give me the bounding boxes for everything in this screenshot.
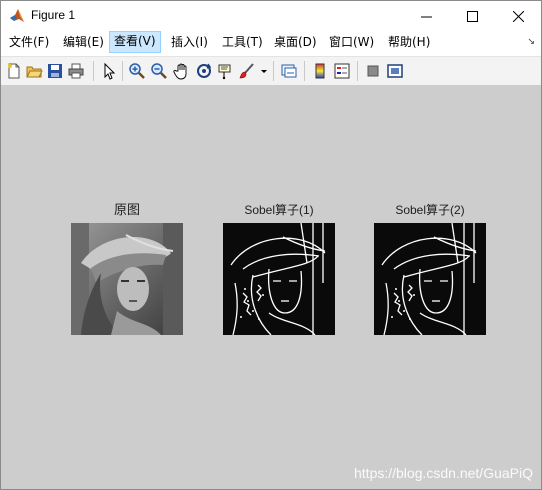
axes-title-sobel-1: Sobel算子(1) — [244, 203, 314, 217]
axes-title-original: 原图 — [113, 202, 140, 217]
watermark: https://blog.csdn.net/GuaPiQ — [354, 465, 533, 481]
data-cursor-icon[interactable] — [216, 62, 234, 80]
close-icon — [512, 10, 524, 22]
menubar-dock-arrow-icon[interactable]: ↘ — [527, 37, 535, 47]
toolbar-separator — [304, 61, 305, 81]
show-plot-tools-icon[interactable] — [386, 62, 404, 80]
pan-hand-icon[interactable] — [173, 62, 191, 80]
close-button[interactable] — [495, 1, 541, 31]
maximize-icon — [466, 10, 478, 22]
menu-window[interactable]: 窗口(W) — [325, 32, 378, 52]
sobel-edge-image-1 — [223, 223, 335, 335]
menu-desktop[interactable]: 桌面(D) — [270, 32, 321, 52]
link-plot-icon[interactable] — [280, 62, 298, 80]
zoom-in-icon[interactable] — [128, 62, 146, 80]
sobel-edge-image-2 — [374, 223, 486, 335]
menu-help[interactable]: 帮助(H) — [384, 32, 434, 52]
figure-canvas[interactable]: 原图 Sobel算子(1) Sobel算子(2) https://blog.cs… — [1, 85, 541, 489]
original-grayscale-image — [71, 223, 183, 335]
menu-insert[interactable]: 插入(I) — [167, 32, 212, 52]
menu-tools[interactable]: 工具(T) — [218, 32, 267, 52]
toolbar-separator — [122, 61, 123, 81]
minimize-icon — [420, 16, 432, 17]
zoom-out-icon[interactable] — [150, 62, 168, 80]
hide-plot-tools-icon[interactable] — [364, 62, 382, 80]
menu-edit[interactable]: 编辑(E) — [59, 32, 108, 52]
colorbar-icon[interactable] — [311, 62, 329, 80]
maximize-button[interactable] — [449, 1, 495, 31]
window-title: Figure 1 — [31, 8, 76, 22]
brush-icon[interactable] — [238, 62, 256, 80]
select-arrow-icon[interactable] — [100, 62, 118, 80]
title-bar: Figure 1 — [1, 1, 541, 31]
menu-file[interactable]: 文件(F) — [5, 32, 53, 52]
open-file-icon[interactable] — [25, 62, 43, 80]
toolbar-separator — [357, 61, 358, 81]
minimize-button[interactable] — [403, 1, 449, 31]
image-axes-sobel-2[interactable] — [374, 223, 486, 335]
figure-toolbar — [1, 56, 541, 86]
save-icon[interactable] — [46, 62, 64, 80]
figure-window: Figure 1 文件(F) 编辑(E) 查看(V) 插入(I) 工具(T) 桌… — [0, 0, 542, 490]
image-axes-sobel-1[interactable] — [223, 223, 335, 335]
axes-title-sobel-2: Sobel算子(2) — [395, 203, 465, 217]
brush-dropdown-icon[interactable] — [259, 62, 269, 80]
menu-bar: 文件(F) 编辑(E) 查看(V) 插入(I) 工具(T) 桌面(D) 窗口(W… — [1, 31, 541, 53]
new-figure-icon[interactable] — [5, 62, 23, 80]
print-icon[interactable] — [67, 62, 85, 80]
toolbar-separator — [273, 61, 274, 81]
image-axes-original[interactable] — [71, 223, 183, 335]
toolbar-separator — [93, 61, 94, 81]
matlab-icon — [9, 8, 25, 24]
legend-icon[interactable] — [333, 62, 351, 80]
menu-view[interactable]: 查看(V) — [109, 31, 161, 53]
rotate-3d-icon[interactable] — [195, 62, 213, 80]
